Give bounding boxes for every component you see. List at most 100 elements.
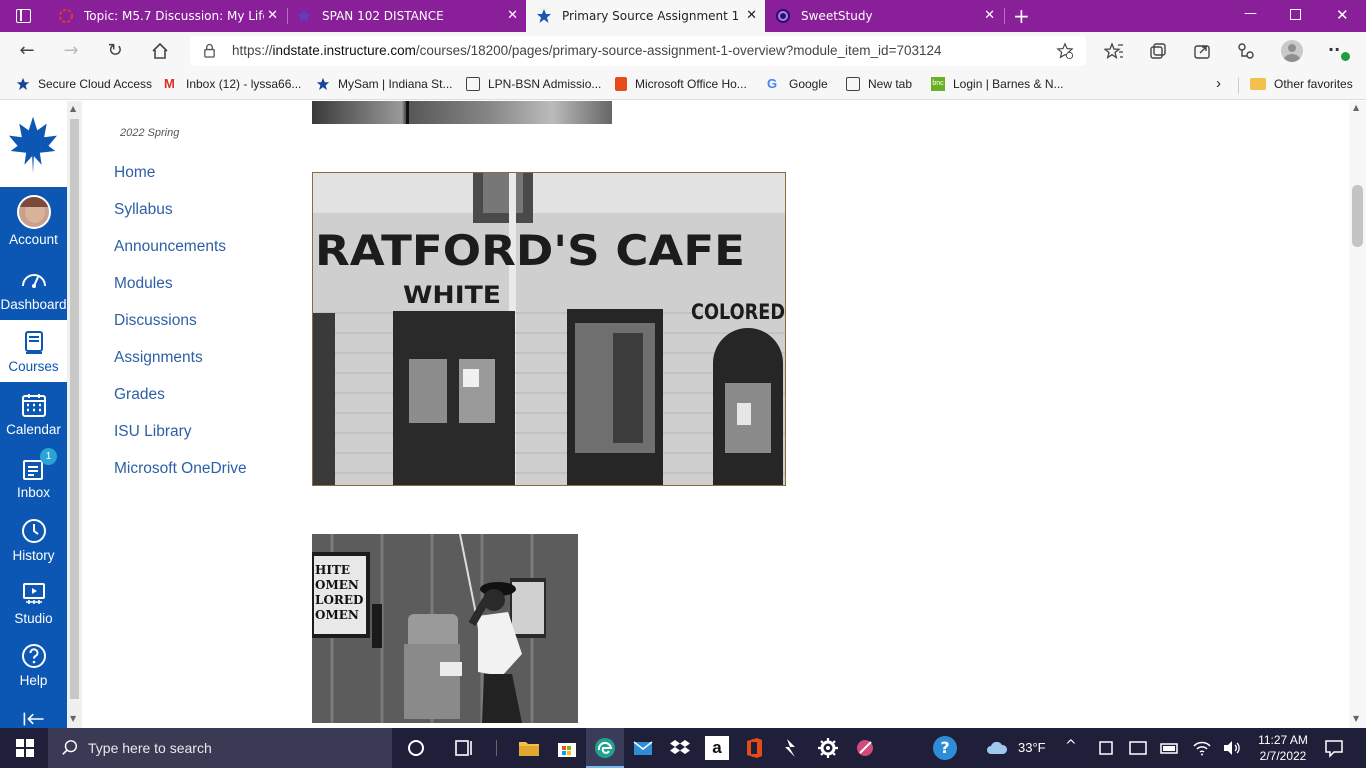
- browser-tab[interactable]: Topic: M5.7 Discussion: My Life a ✕: [48, 0, 286, 32]
- taskbar-clock[interactable]: 11:27 AM 2/7/2022: [1252, 732, 1314, 764]
- restore-icon[interactable]: [1290, 9, 1301, 20]
- home-icon[interactable]: [150, 41, 170, 61]
- new-tab-icon[interactable]: +: [1013, 4, 1030, 28]
- scroll-up-icon[interactable]: ▲: [70, 104, 76, 113]
- wifi-icon[interactable]: [1190, 736, 1214, 760]
- tray-app-icon[interactable]: [1094, 736, 1118, 760]
- close-tab-icon[interactable]: ✕: [984, 9, 995, 22]
- microsoft-store-icon[interactable]: [555, 736, 579, 760]
- snip-sketch-icon[interactable]: [853, 736, 877, 760]
- help-icon: [21, 644, 46, 668]
- browser-tab-active[interactable]: Primary Source Assignment 1 Ov ✕: [526, 0, 765, 32]
- close-tab-icon[interactable]: ✕: [267, 9, 278, 22]
- course-nav: Home Syllabus Announcements Modules Disc…: [114, 161, 247, 494]
- office-icon[interactable]: [742, 736, 766, 760]
- favorite-link[interactable]: Microsoft Office Ho...: [615, 77, 747, 91]
- forward-icon[interactable]: →: [61, 41, 81, 61]
- favorite-link[interactable]: MySam | Indiana St...: [316, 77, 453, 91]
- course-nav-home[interactable]: Home: [114, 161, 247, 198]
- course-nav-syllabus[interactable]: Syllabus: [114, 198, 247, 235]
- edge-browser-icon[interactable]: [593, 736, 617, 760]
- course-nav-discussions[interactable]: Discussions: [114, 309, 247, 346]
- other-favorites-folder[interactable]: Other favorites: [1250, 77, 1353, 91]
- minimize-icon[interactable]: —: [1244, 6, 1257, 21]
- back-icon[interactable]: ←: [17, 41, 37, 61]
- weather-temperature[interactable]: 33°F: [1018, 740, 1046, 755]
- close-window-icon[interactable]: ✕: [1336, 6, 1349, 24]
- scroll-down-icon[interactable]: ▼: [70, 714, 76, 723]
- profile-avatar[interactable]: [1281, 40, 1303, 62]
- favorites-overflow-icon[interactable]: ›: [1216, 75, 1221, 92]
- nav-studio[interactable]: Studio: [0, 572, 67, 634]
- browser-tab-strip: Topic: M5.7 Discussion: My Life a ✕ SPAN…: [0, 0, 1366, 32]
- mail-icon[interactable]: [631, 736, 655, 760]
- course-nav-modules[interactable]: Modules: [114, 272, 247, 309]
- course-nav-assignments[interactable]: Assignments: [114, 346, 247, 383]
- collections-icon[interactable]: [1148, 41, 1168, 61]
- weather-cloud-icon[interactable]: [985, 736, 1009, 760]
- scrollbar-thumb[interactable]: [1352, 185, 1363, 247]
- nav-inbox[interactable]: 1 Inbox: [0, 446, 67, 508]
- close-tab-icon[interactable]: ✕: [507, 9, 518, 22]
- power-automate-icon[interactable]: [779, 736, 803, 760]
- tab-actions-icon[interactable]: [16, 9, 31, 23]
- course-nav-scrollbar[interactable]: ▲ ▼: [67, 101, 82, 728]
- course-nav-isu-library[interactable]: ISU Library: [114, 420, 247, 457]
- close-tab-icon[interactable]: ✕: [746, 9, 757, 22]
- collapse-nav-icon[interactable]: [20, 711, 48, 727]
- inbox-badge: 1: [40, 448, 57, 465]
- nav-account[interactable]: Account: [0, 191, 67, 253]
- scrollbar-thumb[interactable]: [70, 119, 79, 699]
- fountain-sign-line: OMEN: [315, 608, 359, 622]
- browser-tab[interactable]: SweetStudy ✕: [765, 0, 1003, 32]
- scroll-up-icon[interactable]: ▲: [1353, 103, 1359, 112]
- folder-icon: [1250, 78, 1266, 90]
- nav-courses[interactable]: Courses: [0, 320, 67, 382]
- page-scrollbar[interactable]: ▲ ▼: [1349, 101, 1366, 728]
- add-favorite-icon[interactable]: [1056, 42, 1074, 60]
- cortana-icon[interactable]: [404, 736, 428, 760]
- tray-display-icon[interactable]: [1126, 736, 1150, 760]
- canvas-star-icon: [297, 9, 311, 23]
- amazon-icon[interactable]: a: [705, 736, 729, 760]
- maple-leaf-icon: [9, 116, 57, 174]
- course-nav-grades[interactable]: Grades: [114, 383, 247, 420]
- task-view-icon[interactable]: [452, 736, 476, 760]
- nav-calendar[interactable]: Calendar: [0, 383, 67, 445]
- lock-icon[interactable]: [203, 43, 216, 58]
- settings-gear-icon[interactable]: [816, 736, 840, 760]
- address-bar[interactable]: https://indstate.instructure.com/courses…: [190, 36, 1086, 66]
- taskbar-search[interactable]: Type here to search: [48, 728, 392, 768]
- favorite-link[interactable]: G Google: [767, 77, 828, 92]
- share-icon[interactable]: [1192, 41, 1212, 61]
- favorite-link[interactable]: bnc Login | Barnes & N...: [931, 77, 1064, 91]
- tray-overflow-icon[interactable]: ^: [1065, 738, 1077, 754]
- refresh-icon[interactable]: ↻: [105, 41, 125, 61]
- isu-logo[interactable]: [0, 101, 67, 187]
- extensions-icon[interactable]: [1236, 41, 1256, 61]
- course-nav-onedrive[interactable]: Microsoft OneDrive: [114, 457, 247, 494]
- nav-help[interactable]: Help: [0, 634, 67, 696]
- favorite-link[interactable]: New tab: [846, 77, 912, 91]
- settings-more-icon[interactable]: ··: [1328, 40, 1340, 59]
- taskbar-divider: [496, 740, 497, 756]
- favorite-link[interactable]: LPN-BSN Admissio...: [466, 77, 601, 91]
- battery-icon[interactable]: [1158, 736, 1182, 760]
- file-explorer-icon[interactable]: [517, 736, 541, 760]
- dropbox-icon[interactable]: [668, 736, 692, 760]
- notifications-icon[interactable]: [1322, 736, 1346, 760]
- favorite-link[interactable]: Secure Cloud Access: [16, 77, 152, 91]
- favorite-link[interactable]: M Inbox (12) - lyssa66...: [164, 77, 301, 92]
- nav-history[interactable]: History: [0, 509, 67, 571]
- browser-tab[interactable]: SPAN 102 DISTANCE ✕: [288, 0, 526, 32]
- volume-icon[interactable]: [1220, 736, 1244, 760]
- search-icon: [62, 740, 78, 755]
- canvas-star-icon: [16, 77, 30, 91]
- help-tips-icon[interactable]: ?: [933, 736, 957, 760]
- nav-dashboard[interactable]: Dashboard: [0, 258, 67, 320]
- favorites-icon[interactable]: [1104, 41, 1124, 61]
- new-tab-icon: [846, 77, 860, 91]
- windows-start-icon[interactable]: [13, 736, 37, 760]
- course-nav-announcements[interactable]: Announcements: [114, 235, 247, 272]
- scroll-down-icon[interactable]: ▼: [1353, 714, 1359, 723]
